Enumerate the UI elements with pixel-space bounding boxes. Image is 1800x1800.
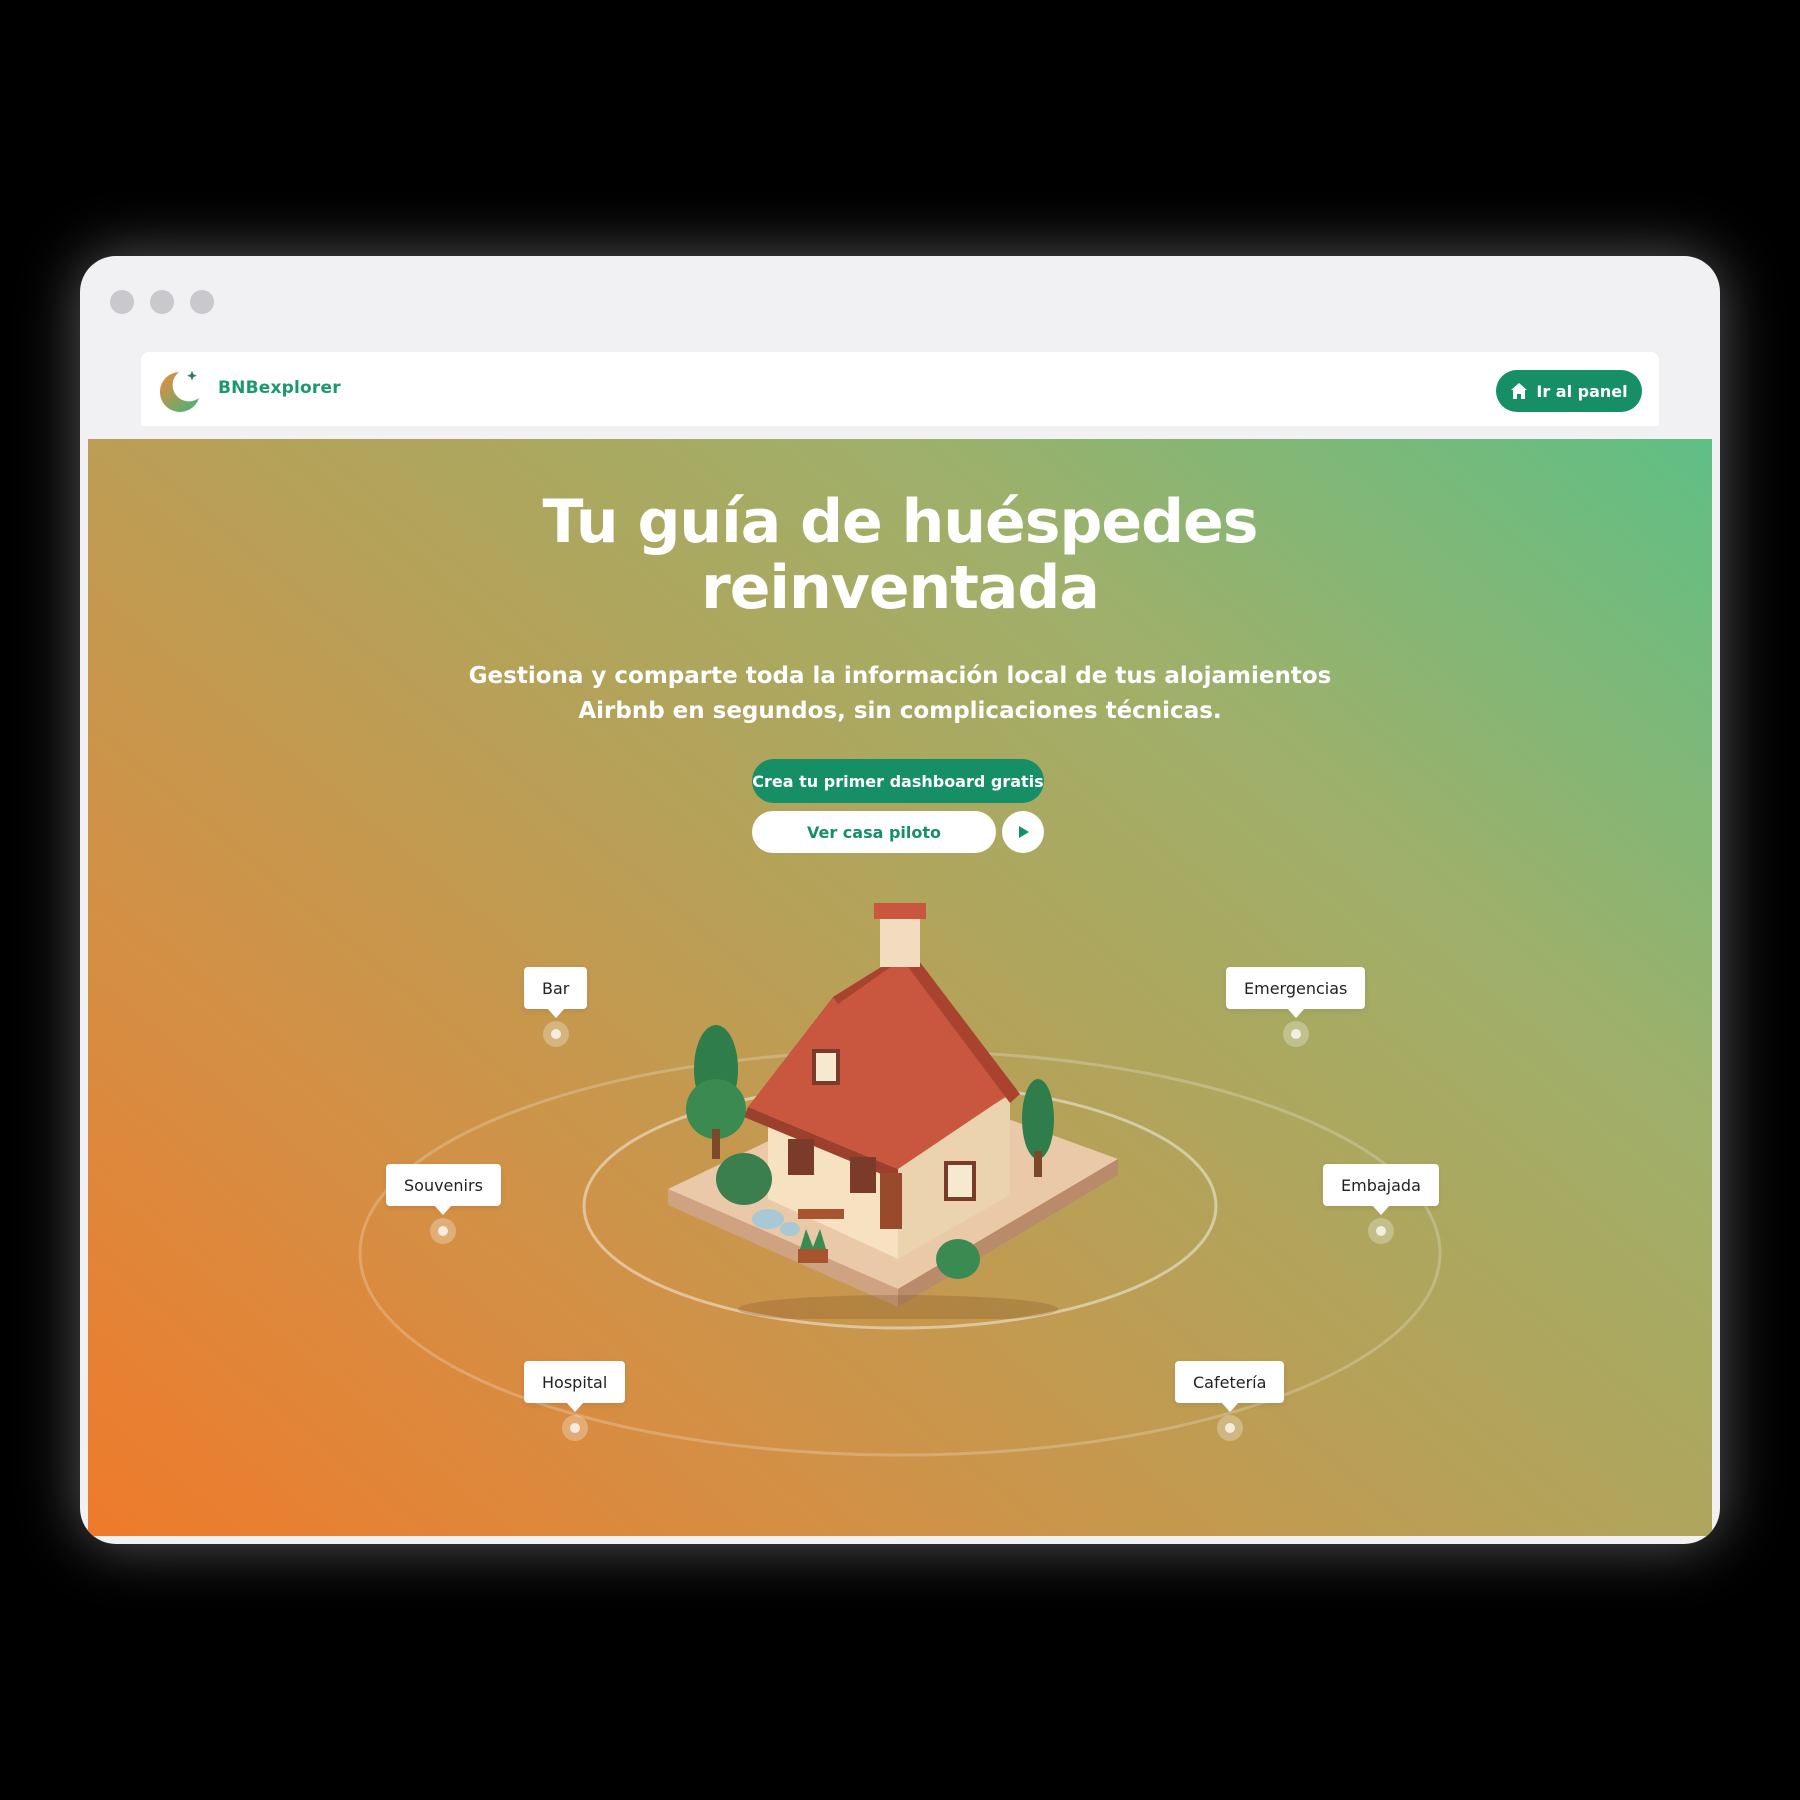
poi-label: Emergencias — [1226, 967, 1366, 1018]
maximize-window-dot[interactable] — [190, 290, 214, 314]
house-illustration — [668, 903, 1118, 1319]
poi-embajada[interactable]: Embajada — [1323, 1164, 1439, 1244]
view-pilot-house-button[interactable]: Ver casa piloto — [752, 811, 996, 853]
map-pin-icon — [430, 1218, 457, 1244]
poi-label: Cafetería — [1175, 1361, 1285, 1412]
poi-label: Hospital — [524, 1361, 626, 1412]
brand-name[interactable]: BNBexplorer — [218, 378, 341, 398]
map-pin-icon — [542, 1021, 569, 1047]
poi-label: Bar — [524, 967, 588, 1018]
headline-line-1: Tu guía de huéspedes — [542, 487, 1259, 557]
poi-bar[interactable]: Bar — [524, 967, 588, 1047]
poi-label: Embajada — [1323, 1164, 1439, 1215]
map-pin-icon — [1216, 1415, 1243, 1441]
play-video-button[interactable] — [1002, 811, 1044, 853]
home-icon — [1511, 383, 1528, 399]
hero-headline: Tu guía de huéspedes reinventada — [88, 489, 1712, 621]
subtitle-line-1: Gestiona y comparte toda la información … — [468, 663, 1332, 689]
hero-section: Tu guía de huéspedes reinventada Gestion… — [88, 439, 1712, 1536]
close-window-dot[interactable] — [110, 290, 134, 314]
browser-window: BNBexplorer ES Ir al panel Tu guía de hu… — [80, 256, 1720, 1544]
top-navbar: BNBexplorer ES Ir al panel — [141, 352, 1659, 426]
map-pin-icon — [561, 1415, 588, 1441]
subtitle-line-2: Airbnb en segundos, sin complicaciones t… — [578, 698, 1222, 724]
poi-souvenirs[interactable]: Souvenirs — [386, 1164, 501, 1244]
poi-cafeteria[interactable]: Cafetería — [1175, 1361, 1285, 1441]
headline-line-2: reinventada — [701, 553, 1100, 623]
map-pin-icon — [1282, 1021, 1309, 1047]
map-pin-icon — [1367, 1218, 1394, 1244]
play-icon — [1019, 826, 1029, 838]
poi-emergencias[interactable]: Emergencias — [1226, 967, 1366, 1047]
create-dashboard-button[interactable]: Crea tu primer dashboard gratis — [752, 759, 1044, 803]
minimize-window-dot[interactable] — [150, 290, 174, 314]
hero-subtitle: Gestiona y comparte toda la información … — [88, 659, 1712, 729]
logo-moon-icon[interactable] — [157, 368, 203, 414]
poi-hospital[interactable]: Hospital — [524, 1361, 626, 1441]
window-controls — [110, 290, 214, 314]
go-to-panel-label: Ir al panel — [1536, 381, 1628, 401]
go-to-panel-button[interactable]: Ir al panel — [1496, 370, 1642, 412]
poi-label: Souvenirs — [386, 1164, 501, 1215]
